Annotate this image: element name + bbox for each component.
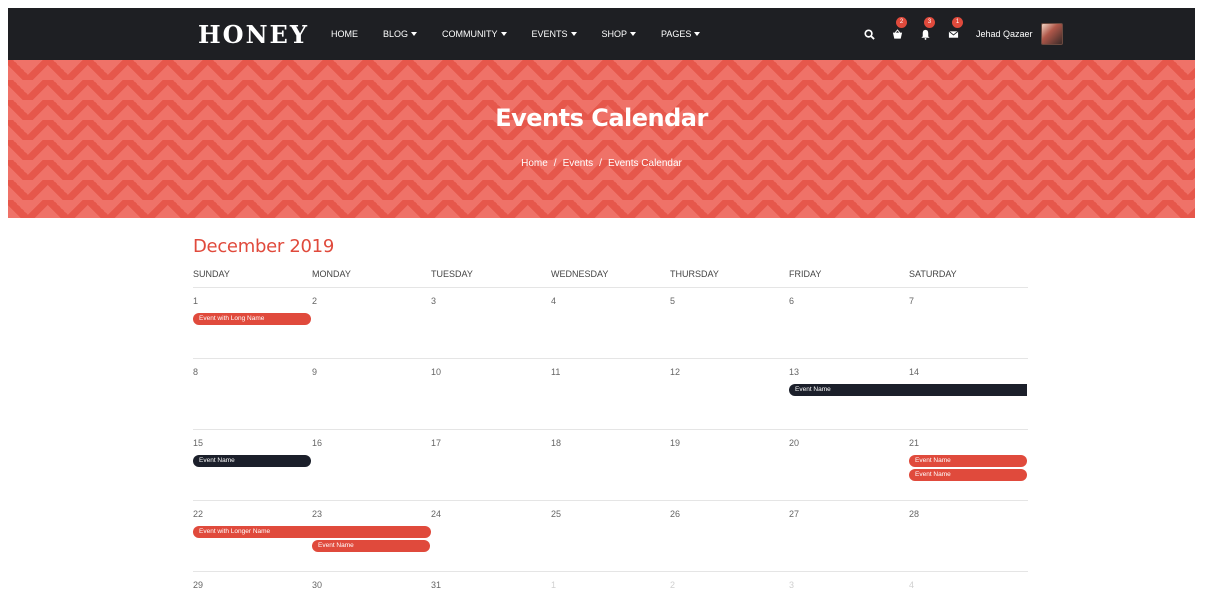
day-cell-number[interactable]: 21 <box>909 438 919 448</box>
breadcrumb: Home / Events / Events Calendar <box>8 158 1195 169</box>
weekday-sunday: SUNDAY <box>193 269 230 279</box>
nav-utility: 2 3 1 Jehad Qazaer <box>858 8 1063 60</box>
caret-down-icon <box>630 32 637 36</box>
day-cell-number[interactable]: 13 <box>789 367 799 377</box>
day-cell-number[interactable]: 18 <box>551 438 561 448</box>
calendar-event[interactable]: Event Name <box>909 469 1028 481</box>
day-cell-number[interactable]: 24 <box>431 509 441 519</box>
messages-badge: 1 <box>952 17 963 28</box>
breadcrumb-current: Events Calendar <box>607 158 682 169</box>
notifications-badge: 3 <box>924 17 935 28</box>
weekday-wednesday: WEDNESDAY <box>551 269 609 279</box>
calendar-weekday-header: SUNDAY MONDAY TUESDAY WEDNESDAY THURSDAY FRID… <box>193 269 1028 283</box>
hero-banner: Events Calendar Home / Events / Events Calen… <box>8 60 1195 218</box>
day-cell-number[interactable]: 23 <box>312 509 322 519</box>
week-divider <box>193 500 1028 501</box>
site-logo[interactable]: HONEY <box>198 20 309 49</box>
day-cell-number[interactable]: 26 <box>670 509 680 519</box>
day-cell-number[interactable]: 5 <box>670 296 675 306</box>
envelope-icon <box>948 30 958 38</box>
calendar-event[interactable]: Event Name <box>789 384 1027 396</box>
week-divider <box>193 287 1028 288</box>
nav-blog[interactable]: BLOG <box>383 29 418 39</box>
weekday-thursday: THURSDAY <box>670 269 719 279</box>
day-cell-number[interactable]: 4 <box>909 580 914 590</box>
day-cell-number[interactable]: 19 <box>670 438 680 448</box>
nav-pages[interactable]: PAGES <box>661 29 701 39</box>
breadcrumb-separator: / <box>553 158 557 169</box>
main-nav: HOME BLOG COMMUNITY EVENTS SHOP PAGES <box>331 8 725 60</box>
calendar-event[interactable]: Event Name <box>909 455 1028 467</box>
weekday-friday: FRIDAY <box>789 269 822 279</box>
caret-down-icon <box>570 32 577 36</box>
day-cell-number[interactable]: 6 <box>789 296 794 306</box>
day-cell-number[interactable]: 14 <box>909 367 919 377</box>
day-cell-number[interactable]: 17 <box>431 438 441 448</box>
day-cell-number[interactable]: 3 <box>789 580 794 590</box>
nav-community-label: COMMUNITY <box>442 29 498 39</box>
day-cell-number[interactable]: 22 <box>193 509 203 519</box>
day-cell-number[interactable]: 4 <box>551 296 556 306</box>
basket-icon <box>892 28 902 39</box>
day-cell-number[interactable]: 30 <box>312 580 322 590</box>
day-cell-number[interactable]: 28 <box>909 509 919 519</box>
caret-down-icon <box>411 32 418 36</box>
calendar-event[interactable]: Event with Long Name <box>193 313 312 325</box>
day-cell-number[interactable]: 7 <box>909 296 914 306</box>
day-cell-number[interactable]: 12 <box>670 367 680 377</box>
nav-events[interactable]: EVENTS <box>532 29 577 39</box>
day-cell-number[interactable]: 16 <box>312 438 322 448</box>
cart-badge: 2 <box>896 17 907 28</box>
nav-events-label: EVENTS <box>531 29 568 39</box>
day-cell-number[interactable]: 9 <box>312 367 317 377</box>
calendar-month-title: December 2019 <box>193 236 334 257</box>
day-cell-number[interactable]: 3 <box>431 296 436 306</box>
day-cell-number[interactable]: 1 <box>551 580 556 590</box>
avatar[interactable] <box>1040 23 1063 45</box>
top-navbar: HONEY HOME BLOG COMMUNITY EVENTS SHOP PA… <box>8 8 1195 60</box>
day-cell-number[interactable]: 15 <box>193 438 203 448</box>
weekday-monday: MONDAY <box>312 269 351 279</box>
day-cell-number[interactable]: 1 <box>193 296 198 306</box>
nav-home[interactable]: HOME <box>331 29 358 39</box>
day-cell-number[interactable]: 27 <box>789 509 799 519</box>
cart-button[interactable]: 2 <box>886 17 908 44</box>
nav-community[interactable]: COMMUNITY <box>442 29 507 39</box>
breadcrumb-events[interactable]: Events <box>563 158 594 169</box>
weekday-tuesday: TUESDAY <box>431 269 473 279</box>
day-cell-number[interactable]: 25 <box>551 509 561 519</box>
weekday-saturday: SATURDAY <box>909 269 957 279</box>
day-cell-number[interactable]: 11 <box>551 367 560 377</box>
calendar-event[interactable]: Event Name <box>312 540 431 552</box>
page-title: Events Calendar <box>495 104 708 132</box>
day-cell-number[interactable]: 2 <box>312 296 317 306</box>
calendar-event[interactable]: Event Name <box>193 455 312 467</box>
nav-shop-label: SHOP <box>601 29 628 39</box>
nav-pages-label: PAGES <box>661 29 692 39</box>
caret-down-icon <box>694 32 701 36</box>
notifications-button[interactable]: 3 <box>914 17 936 44</box>
day-cell-number[interactable]: 31 <box>431 580 441 590</box>
nav-home-label: HOME <box>331 29 358 39</box>
messages-button[interactable]: 1 <box>942 17 964 44</box>
bell-icon <box>920 29 930 40</box>
day-cell-number[interactable]: 20 <box>789 438 799 448</box>
caret-down-icon <box>500 32 507 36</box>
day-cell-number[interactable]: 29 <box>193 580 203 590</box>
week-divider <box>193 571 1028 572</box>
week-divider <box>193 429 1028 430</box>
week-divider <box>193 358 1028 359</box>
day-cell-number[interactable]: 8 <box>193 367 198 377</box>
breadcrumb-separator: / <box>599 158 602 169</box>
user-name[interactable]: Jehad Qazaer <box>976 29 1033 39</box>
search-icon <box>863 28 875 40</box>
day-cell-number[interactable]: 2 <box>670 580 675 590</box>
breadcrumb-home[interactable]: Home <box>521 158 548 169</box>
nav-shop[interactable]: SHOP <box>602 29 637 39</box>
search-button[interactable] <box>858 24 880 44</box>
calendar-event[interactable]: Event with Longer Name <box>193 526 431 538</box>
day-cell-number[interactable]: 10 <box>431 367 441 377</box>
nav-blog-label: BLOG <box>383 29 409 39</box>
